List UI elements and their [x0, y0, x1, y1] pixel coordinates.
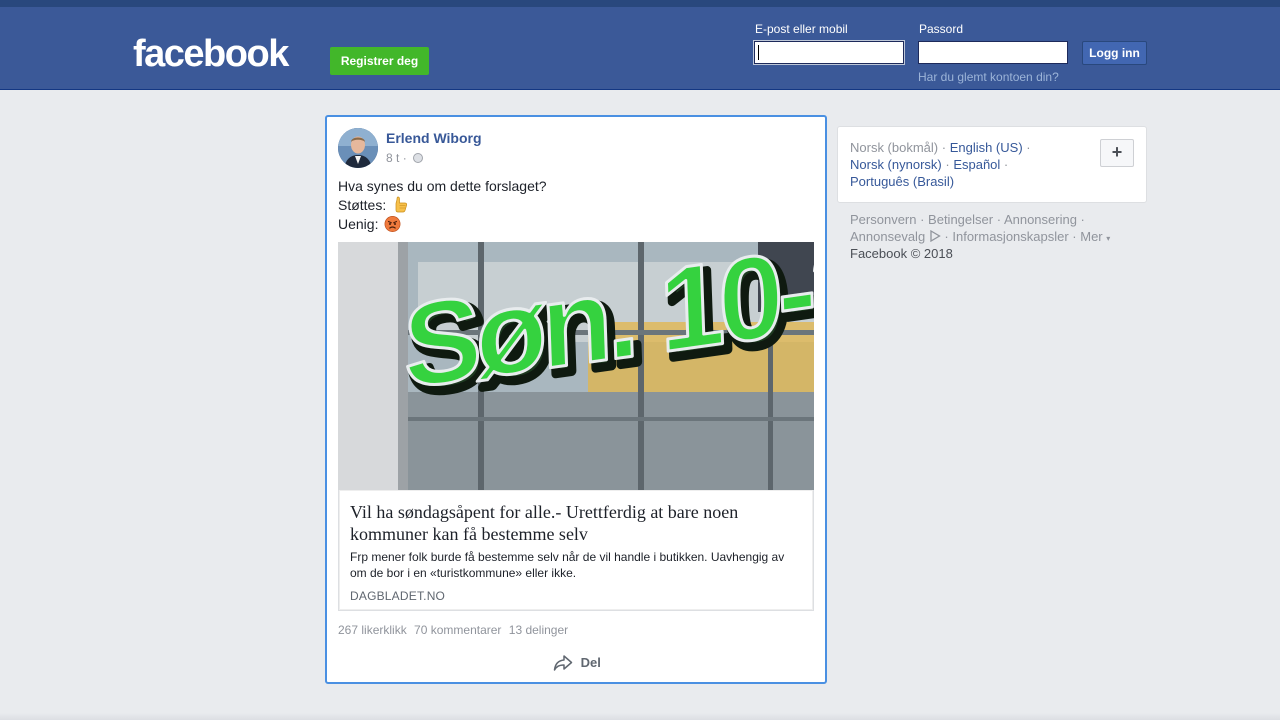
register-button[interactable]: Registrer deg	[330, 47, 429, 75]
post-author-name[interactable]: Erlend Wiborg	[386, 130, 482, 147]
footer-link-ad-choices[interactable]: Annonsevalg	[850, 229, 925, 244]
text-caret	[758, 45, 759, 60]
angry-face-emoji-icon	[384, 215, 401, 237]
language-option[interactable]: English (US)	[950, 140, 1023, 155]
footer-link-more[interactable]: Mer	[1080, 229, 1102, 244]
language-selector-box: Norsk (bokmål) · English (US) · Norsk (n…	[837, 126, 1147, 203]
email-label: E-post eller mobil	[755, 22, 848, 36]
share-arrow-icon	[553, 655, 573, 671]
share-button[interactable]: Del	[553, 654, 601, 674]
footer-link-cookies[interactable]: Informasjonskapsler	[952, 229, 1068, 244]
post-text-line: Uenig:	[338, 215, 401, 237]
language-row: Norsk (nynorsk) · Español ·	[850, 157, 1009, 172]
meta-separator: ·	[402, 151, 407, 165]
author-avatar[interactable]	[338, 128, 378, 168]
globe-icon[interactable]	[413, 153, 424, 163]
link-title[interactable]: Vil ha søndagsåpent for alle.- Urettferd…	[350, 501, 790, 545]
footer-link-privacy[interactable]: Personvern	[850, 212, 916, 227]
password-label: Passord	[919, 22, 964, 36]
shares-count[interactable]: 13 delinger	[509, 623, 568, 637]
bottom-bar	[0, 713, 1280, 720]
language-option[interactable]: Norsk (nynorsk)	[850, 157, 942, 172]
post-text-line: Hva synes du om dette forslaget?	[338, 178, 547, 194]
email-field[interactable]	[753, 40, 905, 65]
likes-count[interactable]: 267 likerklikk	[338, 623, 407, 637]
language-option[interactable]: Español	[953, 157, 1000, 172]
caret-down-icon[interactable]: ▾	[1106, 234, 1110, 243]
footer-link-advertising[interactable]: Annonsering	[1004, 212, 1077, 227]
link-description: Frp mener folk burde få bestemme selv nå…	[350, 550, 785, 580]
link-preview-box[interactable]: Vil ha søndagsåpent for alle.- Urettferd…	[338, 490, 814, 611]
top-strip	[0, 0, 1280, 7]
share-label: Del	[580, 655, 601, 670]
footer-link-terms[interactable]: Betingelser	[928, 212, 993, 227]
footer-copyright: Facebook © 2018	[850, 246, 953, 261]
post-meta: 8 t ·	[386, 151, 424, 165]
support-label: Støttes:	[338, 197, 387, 213]
facebook-logo[interactable]: facebook	[133, 34, 289, 74]
footer-links-row: Personvern · Betingelser · Annonsering ·	[850, 212, 1085, 227]
language-option[interactable]: Português (Brasil)	[850, 174, 954, 189]
login-button[interactable]: Logg inn	[1082, 41, 1147, 65]
post-stats: 267 likerklikk 70 kommentarer 13 delinge…	[338, 623, 572, 637]
post-timestamp[interactable]: 8 t	[386, 151, 399, 165]
link-domain: DAGBLADET.NO	[350, 589, 446, 603]
current-language: Norsk (bokmål)	[850, 140, 939, 155]
forgot-account-link[interactable]: Har du glemt kontoen din?	[918, 70, 1059, 84]
more-languages-plus-button[interactable]: +	[1100, 139, 1134, 167]
link-preview-image[interactable]: Søn. 10-21 Søn. 10-21	[338, 242, 814, 490]
language-row: Norsk (bokmål) · English (US) ·	[850, 140, 1031, 155]
post-card: Erlend Wiborg 8 t · Hva synes du om dett…	[325, 115, 827, 684]
comments-count[interactable]: 70 kommentarer	[414, 623, 501, 637]
disagree-label: Uenig:	[338, 216, 379, 232]
language-row: Português (Brasil)	[850, 173, 954, 190]
ad-choices-icon	[930, 229, 941, 243]
header-bar: facebook Registrer deg E-post eller mobi…	[0, 7, 1280, 90]
password-field[interactable]	[918, 41, 1068, 64]
